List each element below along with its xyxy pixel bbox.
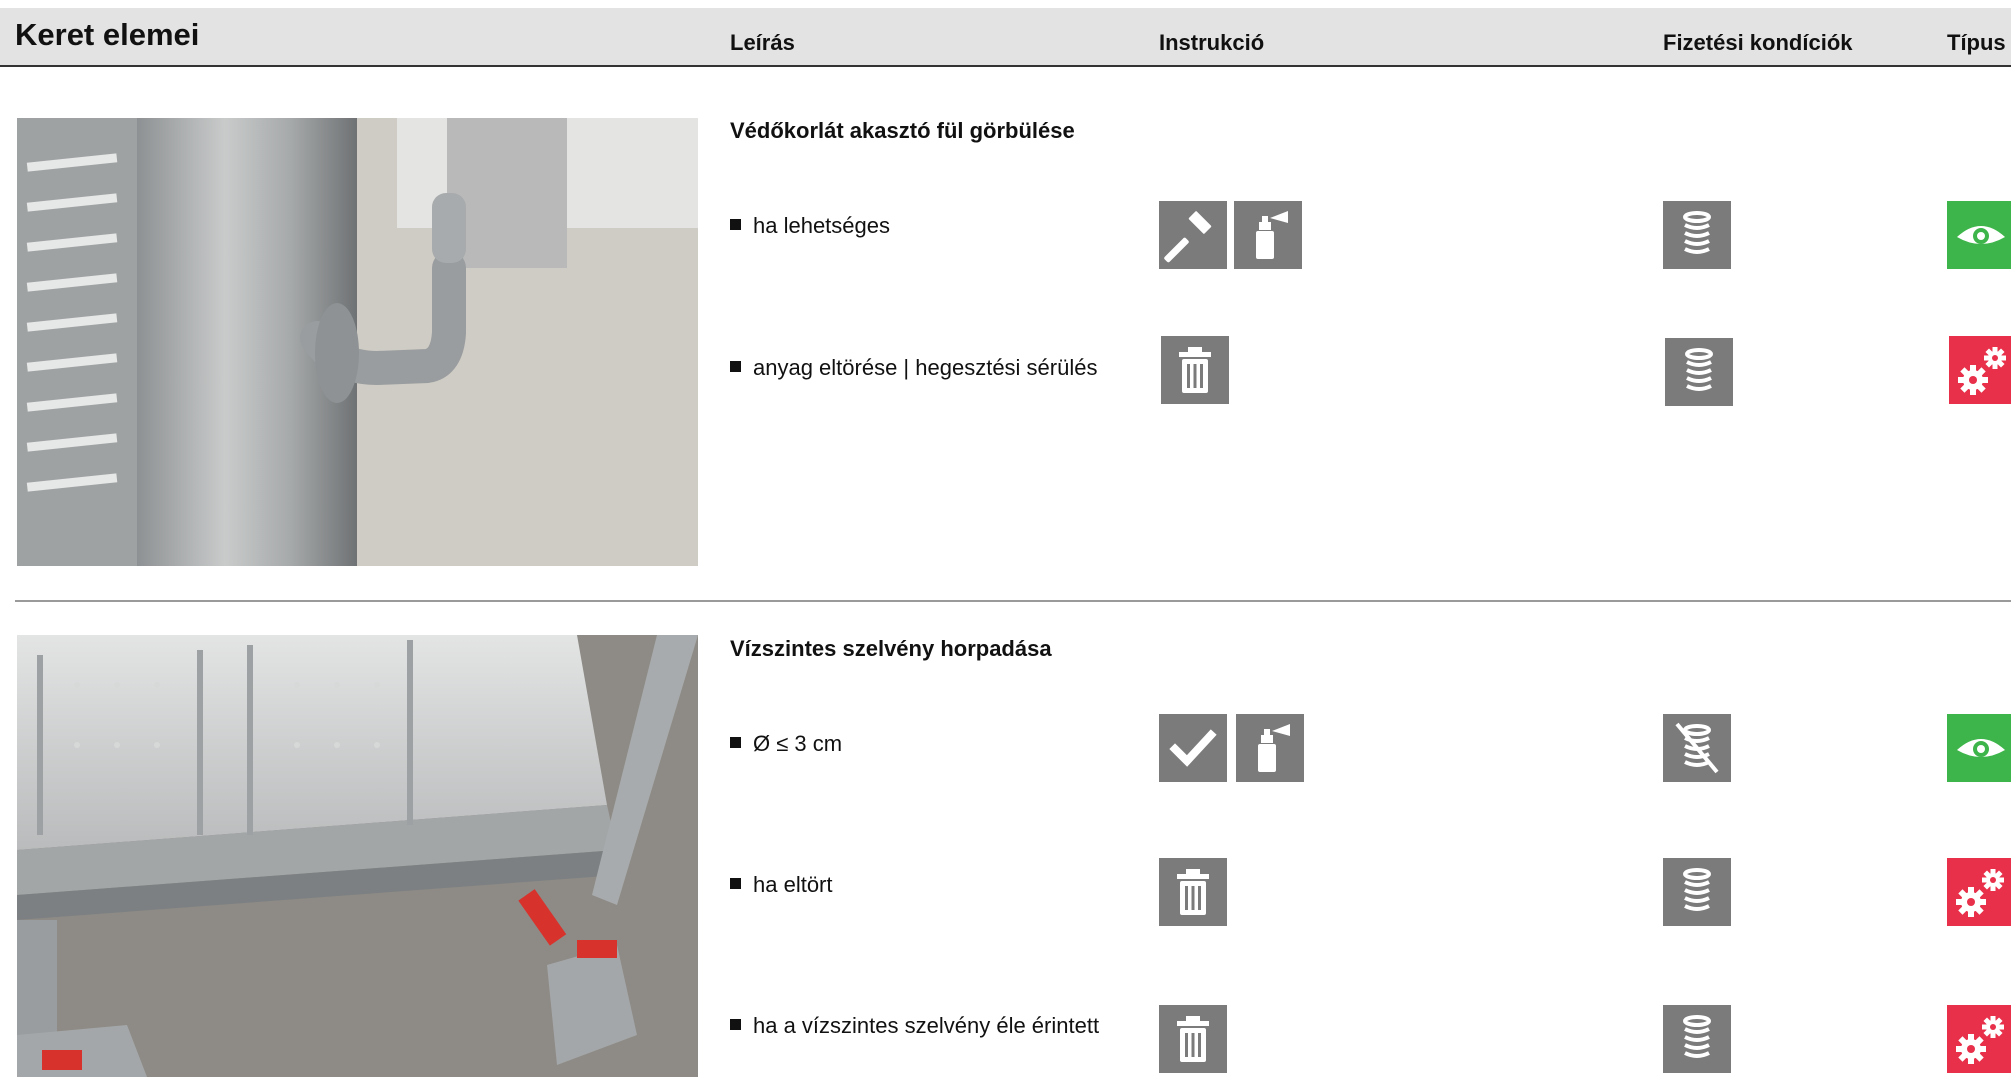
spray-paint-icon [1236, 714, 1304, 782]
list-item: ha a vízszintes szelvény éle érintett [730, 1013, 1099, 1039]
horizontal-ledger-photo [17, 635, 698, 1077]
item-text: ha a vízszintes szelvény éle érintett [753, 1013, 1100, 1038]
bullet [730, 1019, 741, 1030]
trash-icon [1159, 858, 1227, 926]
item-text: anyag eltörése | hegesztési sérülés [753, 355, 1098, 380]
column-header-type: Típus [1947, 30, 2006, 55]
coins-crossed-icon [1663, 714, 1731, 782]
guardrail-hook-photo [17, 118, 698, 566]
section-divider [15, 600, 2011, 602]
column-header-instruction: Instrukció [1159, 30, 1265, 55]
check-icon [1159, 714, 1227, 782]
list-item: ha eltört [730, 872, 833, 898]
coins-icon [1663, 858, 1731, 926]
bullet [730, 361, 741, 372]
eye-icon [1947, 714, 2011, 782]
item-text: ha lehetséges [753, 213, 890, 238]
bullet [730, 878, 741, 889]
hammer-icon [1159, 201, 1227, 269]
spray-paint-icon [1234, 201, 1302, 269]
table-header: Keret elemei Leírás Instrukció Fizetési … [0, 8, 2011, 67]
list-item: Ø ≤ 3 cm [730, 731, 842, 757]
column-header-payment: Fizetési kondíciók [1663, 30, 1853, 55]
trash-icon [1161, 336, 1229, 404]
coins-icon [1663, 1005, 1731, 1073]
coins-icon [1663, 201, 1731, 269]
item-text: ha eltört [753, 872, 833, 897]
eye-icon [1947, 201, 2011, 269]
trash-icon [1159, 1005, 1227, 1073]
bullet [730, 737, 741, 748]
list-item: ha lehetséges [730, 213, 890, 239]
section-title: Vízszintes szelvény horpadása [730, 636, 1052, 661]
section-title: Védőkorlát akasztó fül görbülése [730, 118, 1075, 143]
coins-icon [1665, 338, 1733, 406]
column-header-description: Leírás [730, 30, 795, 55]
gears-icon [1949, 336, 2011, 404]
gears-icon [1947, 1005, 2011, 1073]
page-title: Keret elemei [15, 17, 200, 52]
item-text: Ø ≤ 3 cm [753, 731, 843, 756]
list-item: anyag eltörése | hegesztési sérülés [730, 355, 1097, 381]
gears-icon [1947, 858, 2011, 926]
bullet [730, 219, 741, 230]
